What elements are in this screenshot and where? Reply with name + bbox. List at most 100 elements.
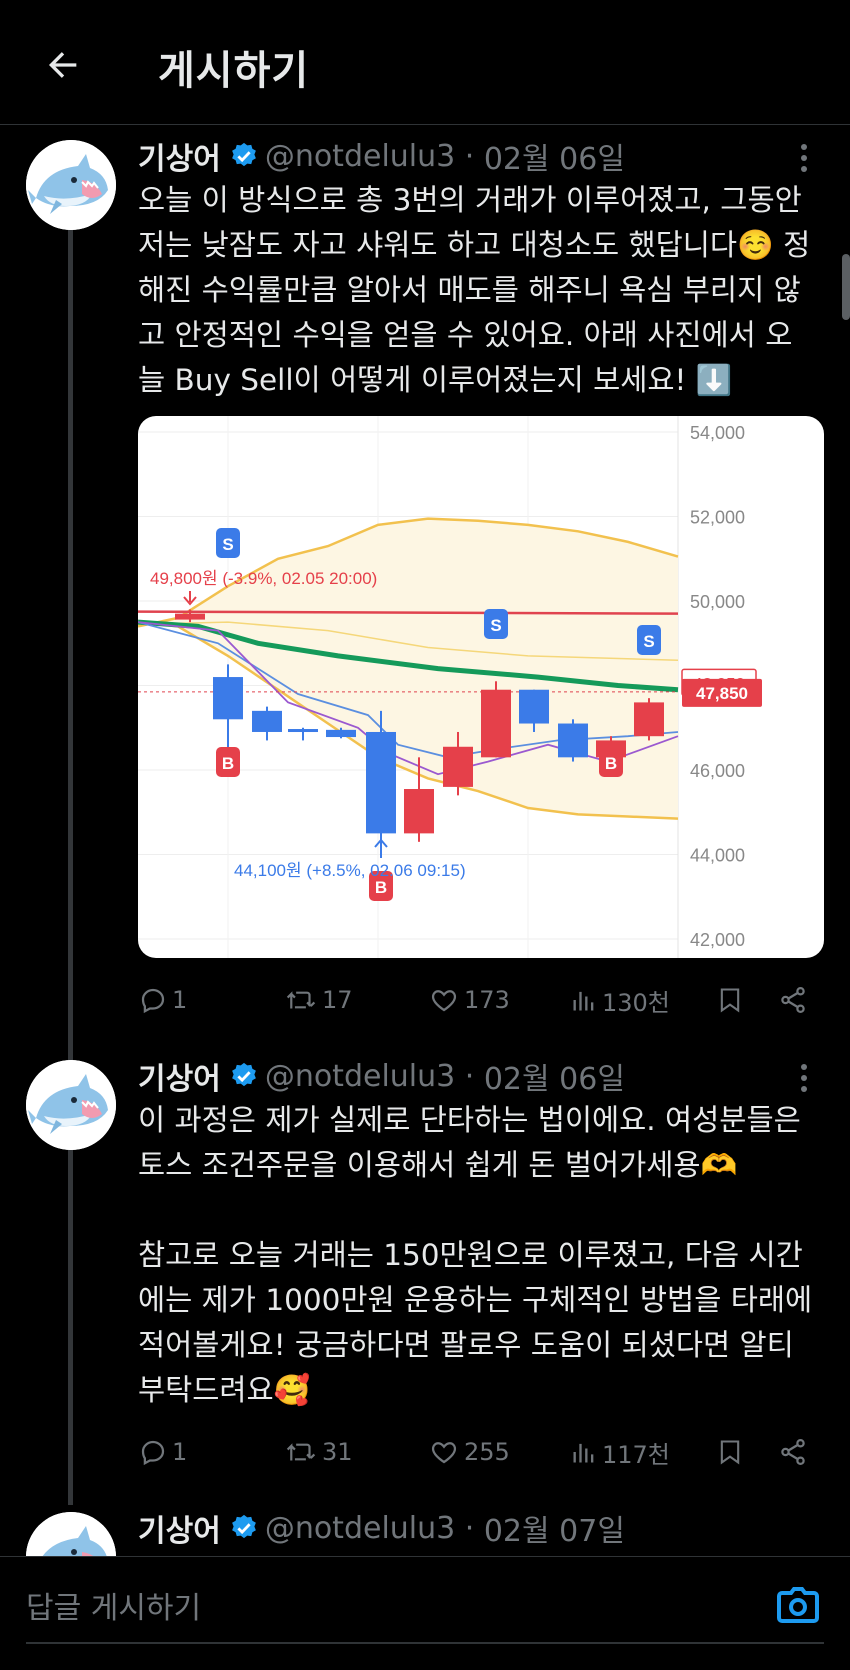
views-button[interactable]: 130천 [570,980,670,1020]
author-handle[interactable]: @notdelulu3 [265,139,455,174]
top-bar: 게시하기 [0,0,850,125]
verified-badge-icon [231,1514,256,1539]
y-tick-label: 42,000 [690,930,745,950]
reply-input[interactable]: 답글 게시하기 [26,1583,201,1627]
view-count: 117천 [602,1440,670,1469]
candle-body [558,723,588,758]
candle-body [519,689,549,724]
bookmark-icon [720,1440,740,1465]
arrow-down-marker [183,591,197,606]
current-price-tag-label: 47,850 [696,684,748,703]
tweet: 기상어 @notdelulu3 · 02월 06일 이 과정은 제가 실제로 단… [0,1056,850,1496]
reply-button[interactable]: 1 [138,1432,187,1472]
candle-body [366,731,396,834]
tweet-header: 기상어 @notdelulu3 · 02월 06일 [138,134,625,178]
tweet-date[interactable]: 02월 06일 [484,134,625,178]
candle-body [326,729,356,738]
more-vertical-icon [801,144,807,172]
bookmark-button[interactable] [716,1432,748,1472]
author-handle[interactable]: @notdelulu3 [265,1059,455,1094]
y-tick-label: 52,000 [690,508,745,528]
shark-avatar-icon [26,1512,116,1556]
share-button[interactable] [778,1432,812,1472]
tweet-date[interactable]: 02월 06일 [484,1054,625,1098]
scrollbar-thumb[interactable] [842,254,850,320]
retweet-button[interactable]: 17 [284,980,353,1020]
y-tick-label: 54,000 [690,423,745,443]
candle-body [443,746,473,787]
date-separator: · [455,138,484,174]
views-button[interactable]: 117천 [570,1432,670,1472]
tweet: 기상어 @notdelulu3 · 02월 07일 [0,1508,850,1556]
arrow-up-marker [374,838,388,858]
date-separator: · [455,1510,484,1546]
bar-chart-icon [573,991,594,1011]
verified-badge-icon [231,1062,256,1087]
chart-image[interactable]: 54,00052,00050,00048,00046,00044,00042,0… [138,416,824,958]
date-separator: · [455,1058,484,1094]
candlestick-chart: 54,00052,00050,00048,00046,00044,00042,0… [138,416,762,958]
like-count: 173 [464,986,510,1014]
reply-button[interactable]: 1 [138,980,187,1020]
author-name[interactable]: 기상어 [138,1508,221,1550]
heart-icon [431,1442,457,1464]
more-options-button[interactable] [784,138,824,178]
avatar[interactable] [26,1512,116,1556]
bookmark-icon [720,988,740,1013]
retweet-button[interactable]: 31 [284,1432,353,1472]
share-button[interactable] [778,980,812,1020]
sell-marker-label: S [222,535,233,554]
composer-underline [26,1642,824,1644]
top-annotation: 49,800원 (-3.9%, 02.05 20:00) [150,569,377,588]
heart-icon [431,990,457,1012]
candle-body [252,710,282,732]
arrow-left-icon [49,52,77,78]
share-icon [781,1439,805,1465]
like-button[interactable]: 255 [428,1432,510,1472]
avatar[interactable] [26,140,116,230]
camera-icon[interactable] [774,1583,822,1631]
buy-marker-label: B [222,754,234,773]
reply-count: 1 [172,1438,188,1466]
candle-body [288,729,318,733]
author-name[interactable]: 기상어 [138,134,221,178]
bookmark-button[interactable] [716,980,748,1020]
y-tick-label: 46,000 [690,761,745,781]
share-icon [781,987,805,1013]
author-name[interactable]: 기상어 [138,1054,221,1098]
retweet-count: 17 [322,986,353,1014]
sell-marker-label: S [490,616,501,635]
bar-chart-icon [573,1443,594,1463]
buy-marker-label: B [605,754,617,773]
shark-avatar-icon [26,140,116,230]
y-tick-label: 50,000 [690,592,745,612]
candle-body [634,702,664,737]
candle-body [213,677,243,720]
candle-body [481,689,511,758]
tweet-date[interactable]: 02월 07일 [484,1508,625,1550]
retweet-count: 31 [322,1438,353,1466]
retweet-icon [286,1443,316,1461]
tweet-text: 이 과정은 제가 실제로 단타하는 법이에요. 여성분들은 토스 조건주문을 이… [138,1103,813,1407]
more-options-button[interactable] [784,1058,824,1098]
tweet-actions: 1 31 255 117천 [138,1432,818,1472]
tweet-actions: 1 17 173 130천 [138,980,818,1020]
back-button[interactable] [38,40,88,90]
y-tick-label: 44,000 [690,846,745,866]
verified-badge-icon [231,142,256,167]
avatar[interactable] [26,1060,116,1150]
reply-icon [141,988,165,1014]
retweet-icon [286,991,316,1009]
like-button[interactable]: 173 [428,980,510,1020]
reply-composer: 답글 게시하기 [0,1556,850,1670]
page-title: 게시하기 [158,48,310,94]
shark-avatar-icon [26,1060,116,1150]
buy-marker-label: B [375,878,387,897]
candle-body [404,789,434,834]
author-handle[interactable]: @notdelulu3 [265,1511,455,1546]
bottom-annotation: 44,100원 (+8.5%, 02.06 09:15) [234,861,466,880]
tweet-header: 기상어 @notdelulu3 · 02월 07일 [138,1508,625,1550]
tweet-header: 기상어 @notdelulu3 · 02월 06일 [138,1054,625,1098]
like-count: 255 [464,1438,510,1466]
more-vertical-icon [801,1064,807,1092]
